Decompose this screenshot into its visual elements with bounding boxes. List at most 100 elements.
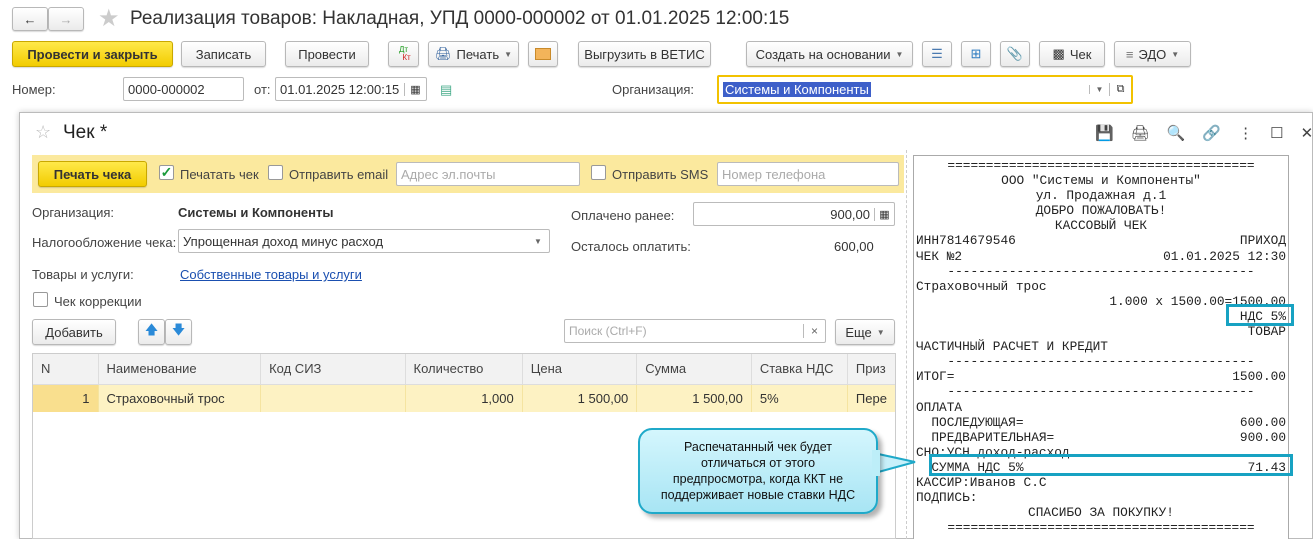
receipt-text: ОПЛАТА (916, 399, 963, 415)
col-siz[interactable]: Код СИЗ (260, 354, 406, 385)
background-form-edge (0, 110, 20, 539)
col-qty[interactable]: Количество (405, 354, 523, 385)
correction-checkbox[interactable] (33, 292, 48, 307)
col-sign[interactable]: Приз (847, 354, 895, 385)
dropdown-arrow-icon[interactable]: ▼ (1089, 85, 1109, 94)
check-button[interactable]: ▩ Чек (1039, 41, 1105, 67)
col-n[interactable]: N (33, 354, 99, 385)
receipt-text: ул. Продажная д.1 (1035, 188, 1167, 204)
receipt-value: 600.00 (1239, 414, 1286, 430)
receipt-text: ======================================== (947, 158, 1255, 173)
cash-register-icon: ▩ (1052, 46, 1065, 61)
add-button[interactable]: Добавить (32, 319, 116, 345)
phone-field[interactable]: Номер телефона (717, 162, 899, 186)
save-button[interactable]: Записать (181, 41, 266, 67)
chevron-down-icon: ▼ (504, 49, 513, 59)
maximize-icon[interactable]: ☐ (1270, 124, 1283, 142)
goods-label: Товары и услуги: (32, 267, 134, 282)
date-field[interactable]: 01.01.2025 12:00:15 ▦ (275, 77, 427, 101)
receipt-line: ======================================== (916, 520, 1286, 535)
dialog-title: Чек * (63, 122, 108, 143)
document-check-icon[interactable]: ▤ (440, 82, 452, 98)
table-row[interactable]: 1 Страховочный трос 1,000 1 500,00 1 500… (33, 384, 895, 412)
edo-button[interactable]: ≡ ЭДО ▼ (1114, 41, 1191, 67)
receipt-value: 1500.00 (1232, 369, 1286, 385)
receipt-text: КАССОВЫЙ ЧЕК (1054, 218, 1148, 234)
col-price[interactable]: Цена (522, 354, 638, 385)
col-name[interactable]: Наименование (98, 354, 262, 385)
dt-kt-button[interactable]: Дт Кт (388, 41, 419, 67)
envelope-icon (535, 48, 551, 60)
receipt-line: ООО "Системы и Компоненты" (916, 173, 1286, 188)
link-icon[interactable]: 🔗 (1202, 124, 1221, 142)
email-field[interactable]: Адрес эл.почты (396, 162, 580, 186)
post-button[interactable]: Провести (285, 41, 369, 67)
receipt-line: ДОБРО ПОЖАЛОВАТЬ! (916, 203, 1286, 218)
structure-button[interactable]: ⊞ (961, 41, 991, 67)
receipt-text: ЧАСТИЧНЫЙ РАСЧЕТ И КРЕДИТ (916, 339, 1108, 355)
favorite-star-icon[interactable]: ★ (98, 4, 120, 33)
receipt-line: Страховочный трос (916, 279, 1286, 294)
receipt-text: ---------------------------------------- (947, 263, 1255, 279)
receipt-line: ИНН7814679546 ПРИХОД (916, 233, 1286, 248)
dialog-header-icons: 💾 🖨 🔍 🔗 ⋮ ☐ ✕ (1095, 124, 1313, 142)
org-value: Системы и Компоненты (178, 205, 334, 220)
receipt-text: ЧЕК №2 (916, 248, 963, 264)
list-button[interactable]: ☰ (922, 41, 952, 67)
calendar-icon[interactable]: ▦ (404, 82, 426, 96)
preview-icon[interactable]: 🔍 (1167, 124, 1186, 142)
paperclip-icon: 📎 (1006, 46, 1024, 61)
print-check-checkbox[interactable]: ✓ (159, 165, 174, 180)
edo-icon: ≡ (1125, 46, 1134, 62)
post-and-close-button[interactable]: Провести и закрыть (12, 41, 173, 67)
receipt-line: ул. Продажная д.1 (916, 188, 1286, 203)
paid-field[interactable]: 900,00 ▦ (693, 202, 895, 226)
back-button[interactable]: ← (12, 7, 48, 31)
vat-sum-highlight (929, 454, 1293, 476)
vetis-export-button[interactable]: Выгрузить в ВЕТИС (578, 41, 711, 67)
send-sms-label: Отправить SMS (612, 167, 709, 182)
clear-search-icon[interactable]: × (803, 324, 825, 338)
save-icon[interactable]: 💾 (1095, 124, 1114, 142)
receipt-line: ---------------------------------------- (916, 264, 1286, 279)
close-icon[interactable]: ✕ (1301, 124, 1313, 142)
receipt-text: ИТОГ= (916, 369, 955, 385)
remain-value: 600,00 (834, 239, 874, 254)
receipt-text: ---------------------------------------- (947, 354, 1255, 370)
receipt-text: ---------------------------------------- (947, 384, 1255, 400)
receipt-value: 900.00 (1239, 429, 1286, 445)
correction-label: Чек коррекции (54, 294, 142, 309)
move-up-button[interactable]: 🡅 (138, 319, 165, 345)
receipt-text: СПАСИБО ЗА ПОКУПКУ! (1028, 505, 1174, 521)
print-check-button[interactable]: Печать чека (38, 161, 147, 187)
number-field[interactable]: 0000-000002 (123, 77, 244, 101)
tax-select[interactable]: Упрощенная доход минус расход ▼ (178, 229, 550, 253)
email-button[interactable] (528, 41, 558, 67)
col-vat[interactable]: Ставка НДС (751, 354, 848, 385)
receipt-text: ООО "Системы и Компоненты" (1001, 173, 1201, 189)
forward-button[interactable]: → (48, 7, 84, 31)
open-icon[interactable]: ⧉ (1109, 83, 1131, 96)
print-icon[interactable]: 🖨 (1131, 124, 1150, 142)
printer-icon: 🖨 (434, 46, 452, 61)
organization-field[interactable]: Системы и Компоненты ▼ ⧉ (717, 75, 1133, 104)
col-sum[interactable]: Сумма (636, 354, 752, 385)
more-icon[interactable]: ⋮ (1238, 124, 1253, 142)
move-down-button[interactable]: 🡇 (165, 319, 192, 345)
kt-label: Кт (402, 53, 411, 62)
search-input[interactable]: Поиск (Ctrl+F) × (564, 319, 826, 343)
calculator-icon[interactable]: ▦ (874, 207, 894, 221)
attach-button[interactable]: 📎 (1000, 41, 1030, 67)
dialog-favorite-star-icon[interactable]: ☆ (35, 122, 51, 143)
receipt-line: ПРЕДВАРИТЕЛЬНАЯ= 900.00 (916, 430, 1286, 445)
send-email-checkbox[interactable] (268, 165, 283, 180)
more-button[interactable]: Еще ▼ (835, 319, 895, 345)
print-button[interactable]: 🖨 Печать ▼ (428, 41, 519, 67)
create-based-on-button[interactable]: Создать на основании ▼ (746, 41, 913, 67)
callout-bubble: Распечатанный чек будет отличаться от эт… (638, 428, 878, 514)
send-sms-checkbox[interactable] (591, 165, 606, 180)
remain-label: Осталось оплатить: (571, 239, 691, 254)
org-label: Организация: (32, 205, 115, 220)
goods-link[interactable]: Собственные товары и услуги (180, 267, 362, 282)
receipt-text: ПРЕДВАРИТЕЛЬНАЯ= (916, 429, 1055, 445)
